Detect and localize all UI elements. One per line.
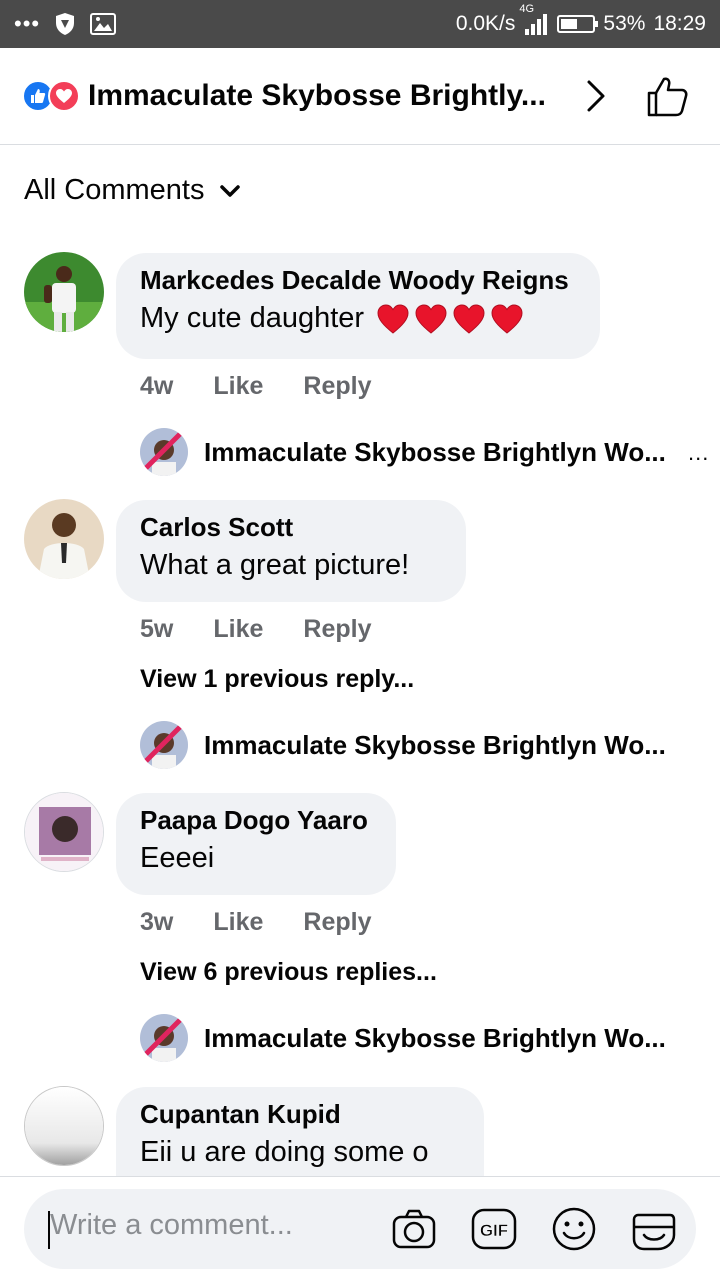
comment-bubble[interactable]: Carlos Scott What a great picture! [116, 500, 466, 602]
battery-percent: 53% [603, 12, 646, 35]
comment-composer-bar: GIF [0, 1176, 720, 1280]
avatar[interactable] [24, 1086, 104, 1166]
filter-label: All Comments [24, 174, 205, 206]
reply-link[interactable]: Reply [303, 372, 371, 401]
post-header: Immaculate Skybosse Brightly... [0, 48, 720, 145]
avatar[interactable] [24, 792, 104, 872]
red-heart-icon [491, 303, 523, 334]
view-previous-replies-link[interactable]: View 6 previous replies... [140, 958, 437, 987]
comment-composer: GIF [24, 1189, 696, 1269]
reply-preview[interactable]: Immaculate Skybosse Brightlyn Wo... [140, 428, 674, 476]
comment-author[interactable]: Carlos Scott [140, 512, 442, 543]
image-notification-icon [90, 13, 117, 35]
red-heart-icon [415, 303, 447, 334]
network-speed: 0.0K/s [455, 12, 516, 35]
more-options-icon[interactable]: ... [688, 440, 709, 466]
comment-text: What a great picture! [140, 549, 410, 581]
comment-time: 3w [140, 908, 174, 936]
like-link[interactable]: Like [213, 372, 263, 401]
signal-icon: 4G [519, 3, 549, 35]
clock: 18:29 [653, 12, 706, 35]
chevron-right-icon[interactable] [582, 76, 610, 116]
battery-icon [557, 15, 599, 33]
reply-avatar[interactable] [140, 721, 188, 769]
red-heart-icon [377, 303, 409, 334]
comment-text-content: My cute daughter [140, 302, 365, 334]
reaction-summary[interactable] [22, 80, 80, 112]
comment-time: 4w [140, 372, 174, 400]
view-previous-replies-link[interactable]: View 1 previous reply... [140, 665, 414, 694]
reply-preview[interactable]: Immaculate Skybosse Brightlyn Wo... [140, 721, 674, 769]
reply-link[interactable]: Reply [303, 615, 371, 644]
love-icon [48, 80, 80, 112]
comment-text: Eii u are doing some o [140, 1136, 429, 1168]
red-heart-icon [453, 303, 485, 334]
comment-author[interactable]: Cupantan Kupid [140, 1099, 460, 1130]
comment-author[interactable]: Paapa Dogo Yaaro [140, 805, 372, 836]
svg-text:GIF: GIF [480, 1221, 508, 1240]
like-link[interactable]: Like [213, 908, 263, 937]
more-notifications-icon: ••• [14, 11, 41, 36]
hearts-emoji [372, 303, 524, 335]
reply-author[interactable]: Immaculate Skybosse Brightlyn Wo... [204, 1023, 674, 1054]
avatar[interactable] [24, 499, 104, 579]
comment-actions: 3w Like Reply [140, 908, 371, 937]
shield-app-icon [56, 13, 75, 35]
sticker-icon[interactable] [630, 1205, 678, 1253]
like-button-icon[interactable] [644, 74, 690, 120]
like-link[interactable]: Like [213, 615, 263, 644]
reply-avatar[interactable] [140, 1014, 188, 1062]
comment-actions: 4w Like Reply [140, 372, 371, 401]
comment-bubble[interactable]: Markcedes Decalde Woody Reigns My cute d… [116, 253, 600, 359]
reply-preview[interactable]: Immaculate Skybosse Brightlyn Wo... [140, 1014, 674, 1062]
reply-link[interactable]: Reply [303, 908, 371, 937]
comments-filter-dropdown[interactable]: All Comments [24, 174, 241, 207]
reply-author[interactable]: Immaculate Skybosse Brightlyn Wo... [204, 730, 674, 761]
comment-input[interactable] [50, 1209, 380, 1242]
comment-actions: 5w Like Reply [140, 615, 371, 644]
comment-time: 5w [140, 615, 174, 643]
post-title[interactable]: Immaculate Skybosse Brightly... [88, 79, 548, 113]
chevron-down-icon [219, 184, 240, 197]
reply-avatar[interactable] [140, 428, 188, 476]
comment-bubble[interactable]: Cupantan Kupid Eii u are doing some o [116, 1087, 484, 1179]
reply-author[interactable]: Immaculate Skybosse Brightlyn Wo... [204, 437, 674, 468]
comment-text: My cute daughter [140, 302, 576, 335]
emoji-icon[interactable] [550, 1205, 598, 1253]
comment-text: Eeeei [140, 842, 215, 874]
gif-icon[interactable]: GIF [470, 1205, 518, 1253]
status-bar: ••• 0.0K/s 4G 53% 18:29 [0, 0, 720, 48]
avatar[interactable] [24, 252, 104, 332]
comment-bubble[interactable]: Paapa Dogo Yaaro Eeeei [116, 793, 396, 895]
camera-icon[interactable] [390, 1205, 438, 1253]
comment-author[interactable]: Markcedes Decalde Woody Reigns [140, 265, 576, 296]
